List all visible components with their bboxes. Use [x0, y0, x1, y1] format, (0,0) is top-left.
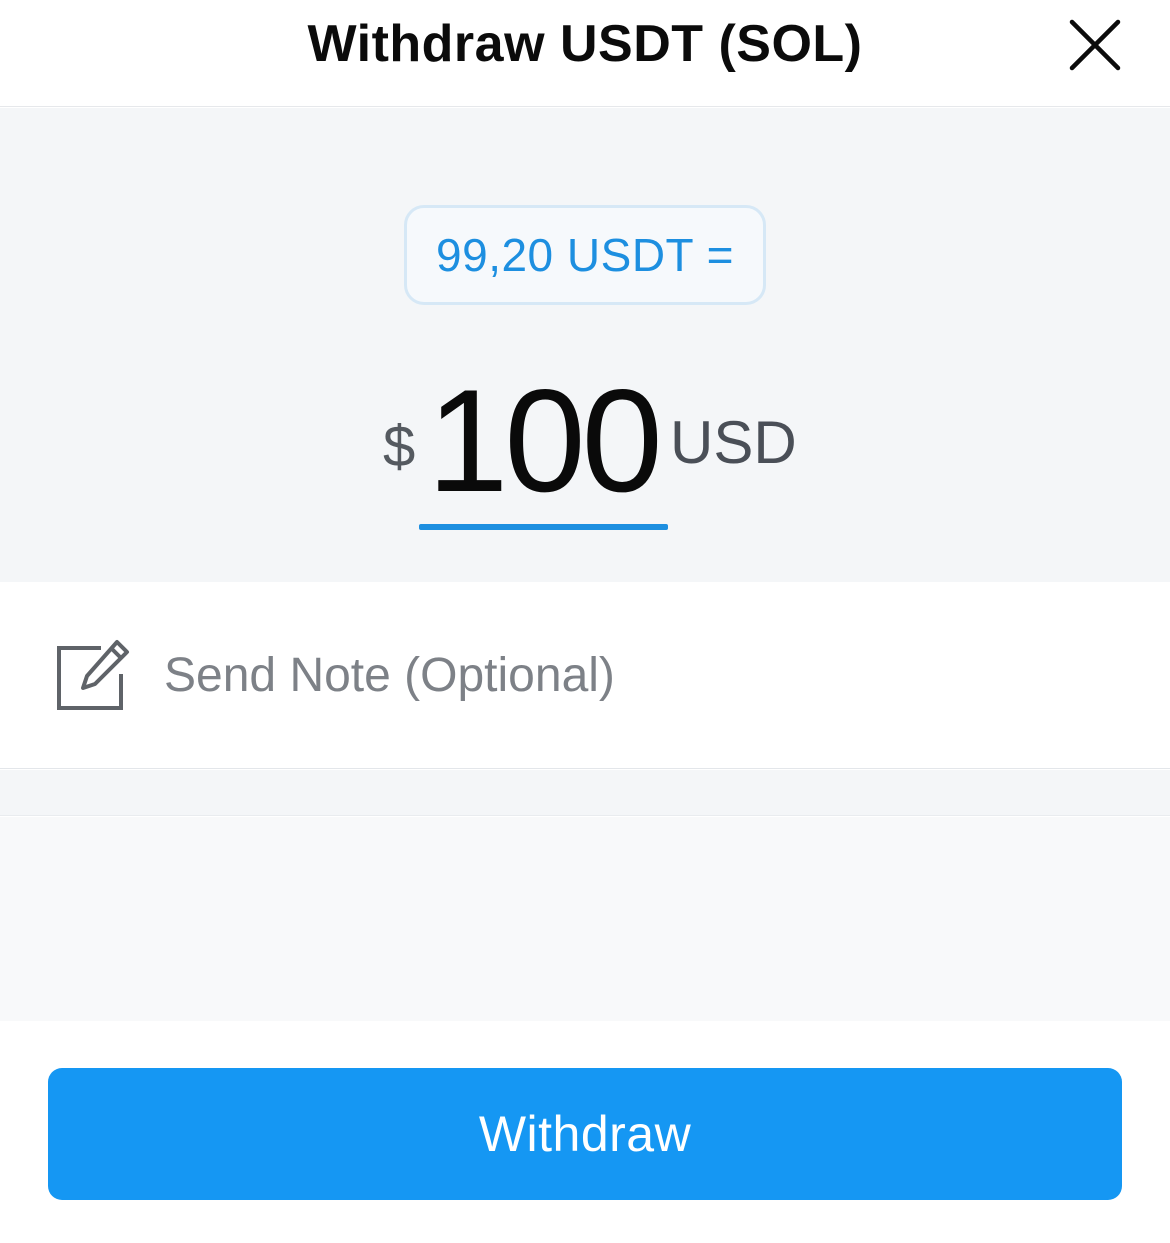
note-placeholder: Send Note (Optional): [164, 649, 615, 702]
footer: Withdraw: [0, 1021, 1170, 1243]
header: Withdraw USDT (SOL): [0, 0, 1170, 107]
page-title: Withdraw USDT (SOL): [307, 15, 863, 73]
currency-code: USD: [670, 409, 797, 476]
section-divider: [0, 770, 1170, 816]
close-button[interactable]: [1062, 12, 1128, 78]
send-note-field[interactable]: Send Note (Optional): [0, 582, 1170, 769]
withdraw-button-label: Withdraw: [478, 1106, 692, 1162]
empty-area: [0, 817, 1170, 1021]
conversion-text: 99,20 USDT =: [436, 229, 734, 281]
conversion-toggle[interactable]: 99,20 USDT =: [404, 205, 766, 305]
withdraw-screen: Withdraw USDT (SOL) 99,20 USDT = $ 100 U…: [0, 0, 1170, 1243]
amount-underline: [419, 524, 668, 530]
withdraw-button[interactable]: Withdraw: [48, 1068, 1122, 1200]
amount-panel: 99,20 USDT = $ 100 USD: [0, 108, 1170, 582]
currency-symbol: $: [383, 414, 416, 479]
edit-note-icon: [55, 638, 131, 712]
amount-input[interactable]: 100: [417, 366, 669, 516]
close-icon: [1069, 19, 1121, 71]
